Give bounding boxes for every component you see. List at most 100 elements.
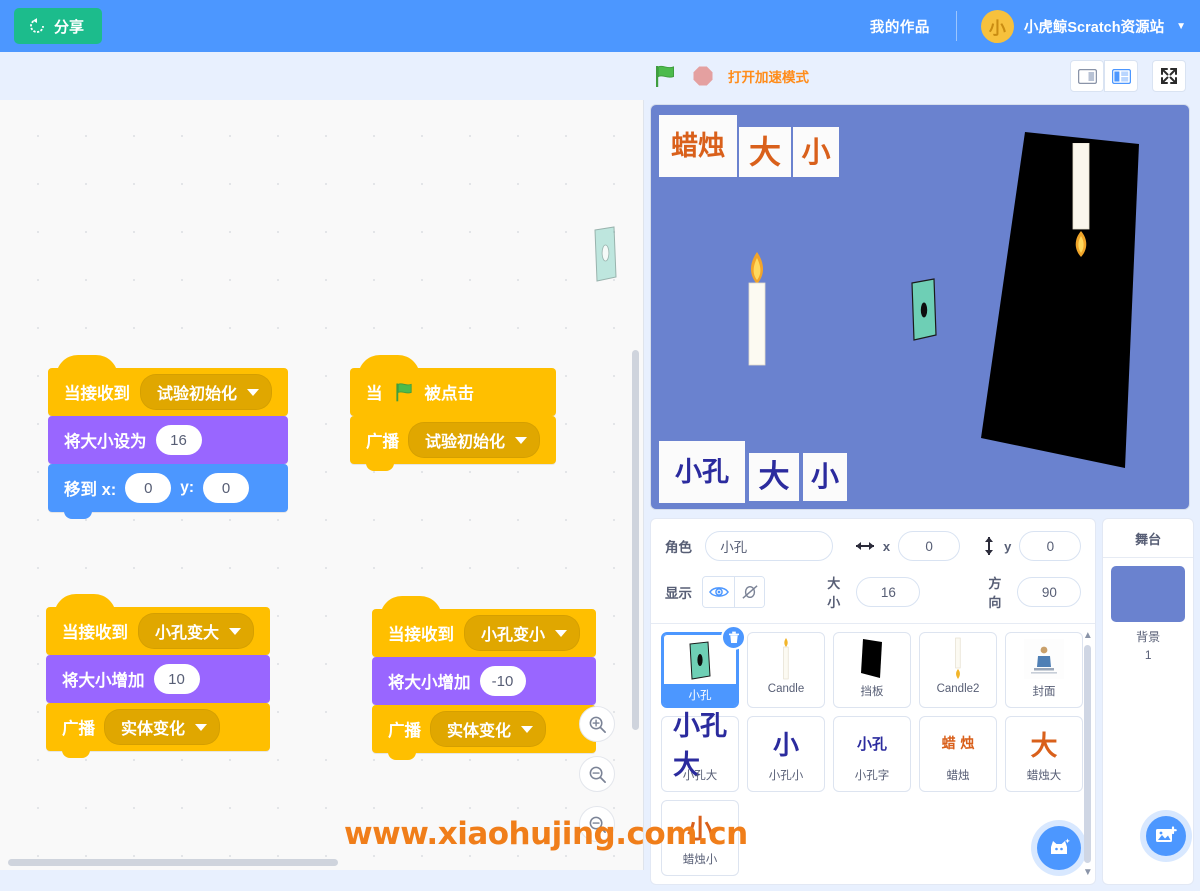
script-hole-bigger[interactable]: 当接收到 小孔变大 将大小增加 10 广播 实体变化	[46, 594, 271, 758]
broadcast-dropdown[interactable]: 实体变化	[430, 711, 547, 747]
add-backdrop-button[interactable]	[1146, 816, 1186, 856]
script-when-flag-clicked[interactable]: 当 被点击 广播 试验初始化	[350, 355, 557, 471]
backdrop-item[interactable]: 背景 1	[1103, 558, 1193, 664]
avatar-glyph: 小	[988, 18, 1006, 39]
sprite-text-xiaokong[interactable]: 小孔	[659, 441, 745, 503]
size-delta-input[interactable]: 10	[153, 664, 200, 694]
zoom-reset-icon	[589, 816, 606, 833]
add-sprite-cat-icon	[1051, 838, 1071, 854]
block-when-broadcast-received[interactable]: 当接收到 小孔变小	[372, 596, 597, 664]
chevron-down-icon	[521, 725, 534, 733]
sprite-item-hole-small[interactable]: 小 小孔小	[747, 716, 825, 792]
x-value-input[interactable]: 0	[125, 473, 172, 503]
x-input[interactable]: 0	[898, 531, 961, 561]
sprite-item-cover[interactable]: 封面	[1005, 632, 1083, 708]
sprite-item-candle2[interactable]: Candle2	[919, 632, 997, 708]
stage[interactable]: 蜡烛 大 小 小孔 大 小	[650, 104, 1190, 510]
script-init[interactable]: 当接收到 试验初始化 将大小设为 16 移到 x: 0 y: 0	[48, 355, 289, 519]
sprite-name-input[interactable]: 小孔	[705, 531, 833, 561]
stage-panel-header[interactable]: 舞台	[1103, 519, 1193, 558]
code-workspace[interactable]: 当接收到 试验初始化 将大小设为 16 移到 x: 0 y: 0 当 被点击 广…	[0, 100, 644, 870]
scroll-down-icon[interactable]: ▼	[1083, 867, 1093, 878]
direction-input[interactable]: 90	[1017, 577, 1082, 607]
sprite-item-hole-big[interactable]: 小孔大 小孔大	[661, 711, 739, 792]
sprite-item-hole-text[interactable]: 小孔 小孔字	[833, 716, 911, 792]
sprite-text-lazhu[interactable]: 蜡烛	[659, 115, 737, 177]
block-change-size-by[interactable]: 将大小增加 10	[46, 655, 271, 710]
scrollbar-track[interactable]	[1084, 645, 1092, 863]
sprite-item-hole[interactable]: 小孔	[661, 625, 746, 708]
control-bar-right	[1070, 60, 1186, 92]
my-works-link[interactable]: 我的作品	[870, 16, 956, 37]
share-button[interactable]: 分享	[14, 8, 103, 44]
broadcast-dropdown[interactable]: 小孔变小	[464, 615, 581, 651]
block-change-size-by[interactable]: 将大小增加 -10	[372, 657, 597, 712]
stop-icon[interactable]	[692, 65, 714, 87]
fullscreen-button[interactable]	[1152, 60, 1186, 92]
block-label: 广播	[388, 722, 421, 740]
block-when-broadcast-received[interactable]: 当接收到 小孔变大	[46, 594, 271, 662]
lower-panels: 角色 小孔 x 0 y 0 显示 大小 16 方向 90 小孔 Candle 挡…	[644, 510, 1200, 891]
x-group: x 0	[855, 531, 961, 561]
eye-icon	[708, 587, 729, 597]
sprite-list-scrollbar[interactable]: ▲ ▼	[1082, 630, 1093, 878]
size-delta-input[interactable]: -10	[479, 666, 526, 696]
block-go-to-xy[interactable]: 移到 x: 0 y: 0	[48, 464, 289, 519]
sprite-text-xiao-blue[interactable]: 小	[803, 453, 847, 501]
small-stage-layout-button[interactable]	[1070, 60, 1104, 92]
y-value-input[interactable]: 0	[203, 473, 250, 503]
block-broadcast[interactable]: 广播 实体变化	[46, 703, 271, 758]
zoom-in-button[interactable]	[579, 706, 615, 742]
sprite-item-lazhu-text[interactable]: 蜡 烛 蜡烛	[919, 716, 997, 792]
script-hole-smaller[interactable]: 当接收到 小孔变小 将大小增加 -10 广播 实体变化	[372, 596, 597, 760]
broadcast-dropdown[interactable]: 试验初始化	[140, 374, 273, 410]
delete-sprite-button[interactable]	[721, 625, 746, 650]
x-label: x	[882, 538, 891, 554]
y-group: y 0	[982, 531, 1082, 561]
backdrop-count: 1	[1144, 648, 1152, 662]
zoom-reset-button[interactable]	[579, 806, 615, 842]
sprite-info-row-1: 角色 小孔 x 0 y 0	[665, 531, 1082, 561]
block-when-broadcast-received[interactable]: 当接收到 试验初始化	[48, 355, 289, 423]
sprite-item-candle[interactable]: Candle	[747, 632, 825, 708]
sprite-text-xiao-orange[interactable]: 小	[793, 127, 839, 177]
workspace-vertical-scrollbar[interactable]	[632, 350, 639, 730]
y-input[interactable]: 0	[1019, 531, 1082, 561]
size-input[interactable]: 16	[856, 577, 921, 607]
block-when-flag-clicked[interactable]: 当 被点击	[350, 355, 557, 423]
zoom-out-button[interactable]	[579, 756, 615, 792]
broadcast-dropdown[interactable]: 试验初始化	[408, 422, 541, 458]
account-menu[interactable]: 小 小虎鲸Scratch资源站 ▼	[957, 9, 1186, 43]
large-stage-layout-button[interactable]	[1104, 60, 1138, 92]
block-broadcast[interactable]: 广播 试验初始化	[350, 416, 557, 471]
block-label: 当接收到	[62, 624, 128, 642]
show-sprite-button[interactable]	[703, 577, 734, 607]
sprite-name: 小孔大	[682, 770, 718, 782]
sprite-candle[interactable]	[739, 250, 775, 368]
block-set-size-to[interactable]: 将大小设为 16	[48, 416, 289, 471]
dropdown-value: 实体变化	[121, 721, 186, 738]
broadcast-dropdown[interactable]: 实体变化	[104, 709, 221, 745]
block-label: 将大小设为	[64, 433, 147, 451]
sprite-text-da-blue[interactable]: 大	[749, 453, 799, 501]
hide-sprite-button[interactable]	[733, 577, 765, 607]
sprite-item-lazhu-big[interactable]: 大 蜡烛大	[1005, 716, 1083, 792]
workspace-horizontal-scrollbar[interactable]	[8, 859, 338, 866]
broadcast-dropdown[interactable]: 小孔变大	[138, 613, 255, 649]
sprite-item-board[interactable]: 挡板	[833, 632, 911, 708]
chevron-down-icon: ▼	[1176, 20, 1186, 32]
hole-card-icon	[689, 641, 711, 680]
green-flag-icon[interactable]	[652, 63, 678, 89]
turbo-mode-label[interactable]: 打开加速模式	[728, 66, 809, 86]
block-broadcast[interactable]: 广播 实体变化	[372, 705, 597, 760]
sprite-item-lazhu-small[interactable]: 小 蜡烛小	[661, 800, 739, 876]
size-value-input[interactable]: 16	[155, 425, 202, 455]
zoom-controls	[579, 706, 615, 842]
sprite-thumbnail	[1017, 637, 1071, 681]
add-sprite-button[interactable]	[1037, 826, 1082, 870]
sprite-panel: 角色 小孔 x 0 y 0 显示 大小 16 方向 90 小孔 Candle 挡…	[650, 518, 1097, 885]
sprite-candle-inverted[interactable]	[1061, 143, 1101, 273]
sprite-hole-card[interactable]	[909, 277, 939, 343]
scroll-up-icon[interactable]: ▲	[1083, 630, 1093, 641]
sprite-text-da-orange[interactable]: 大	[739, 127, 791, 177]
